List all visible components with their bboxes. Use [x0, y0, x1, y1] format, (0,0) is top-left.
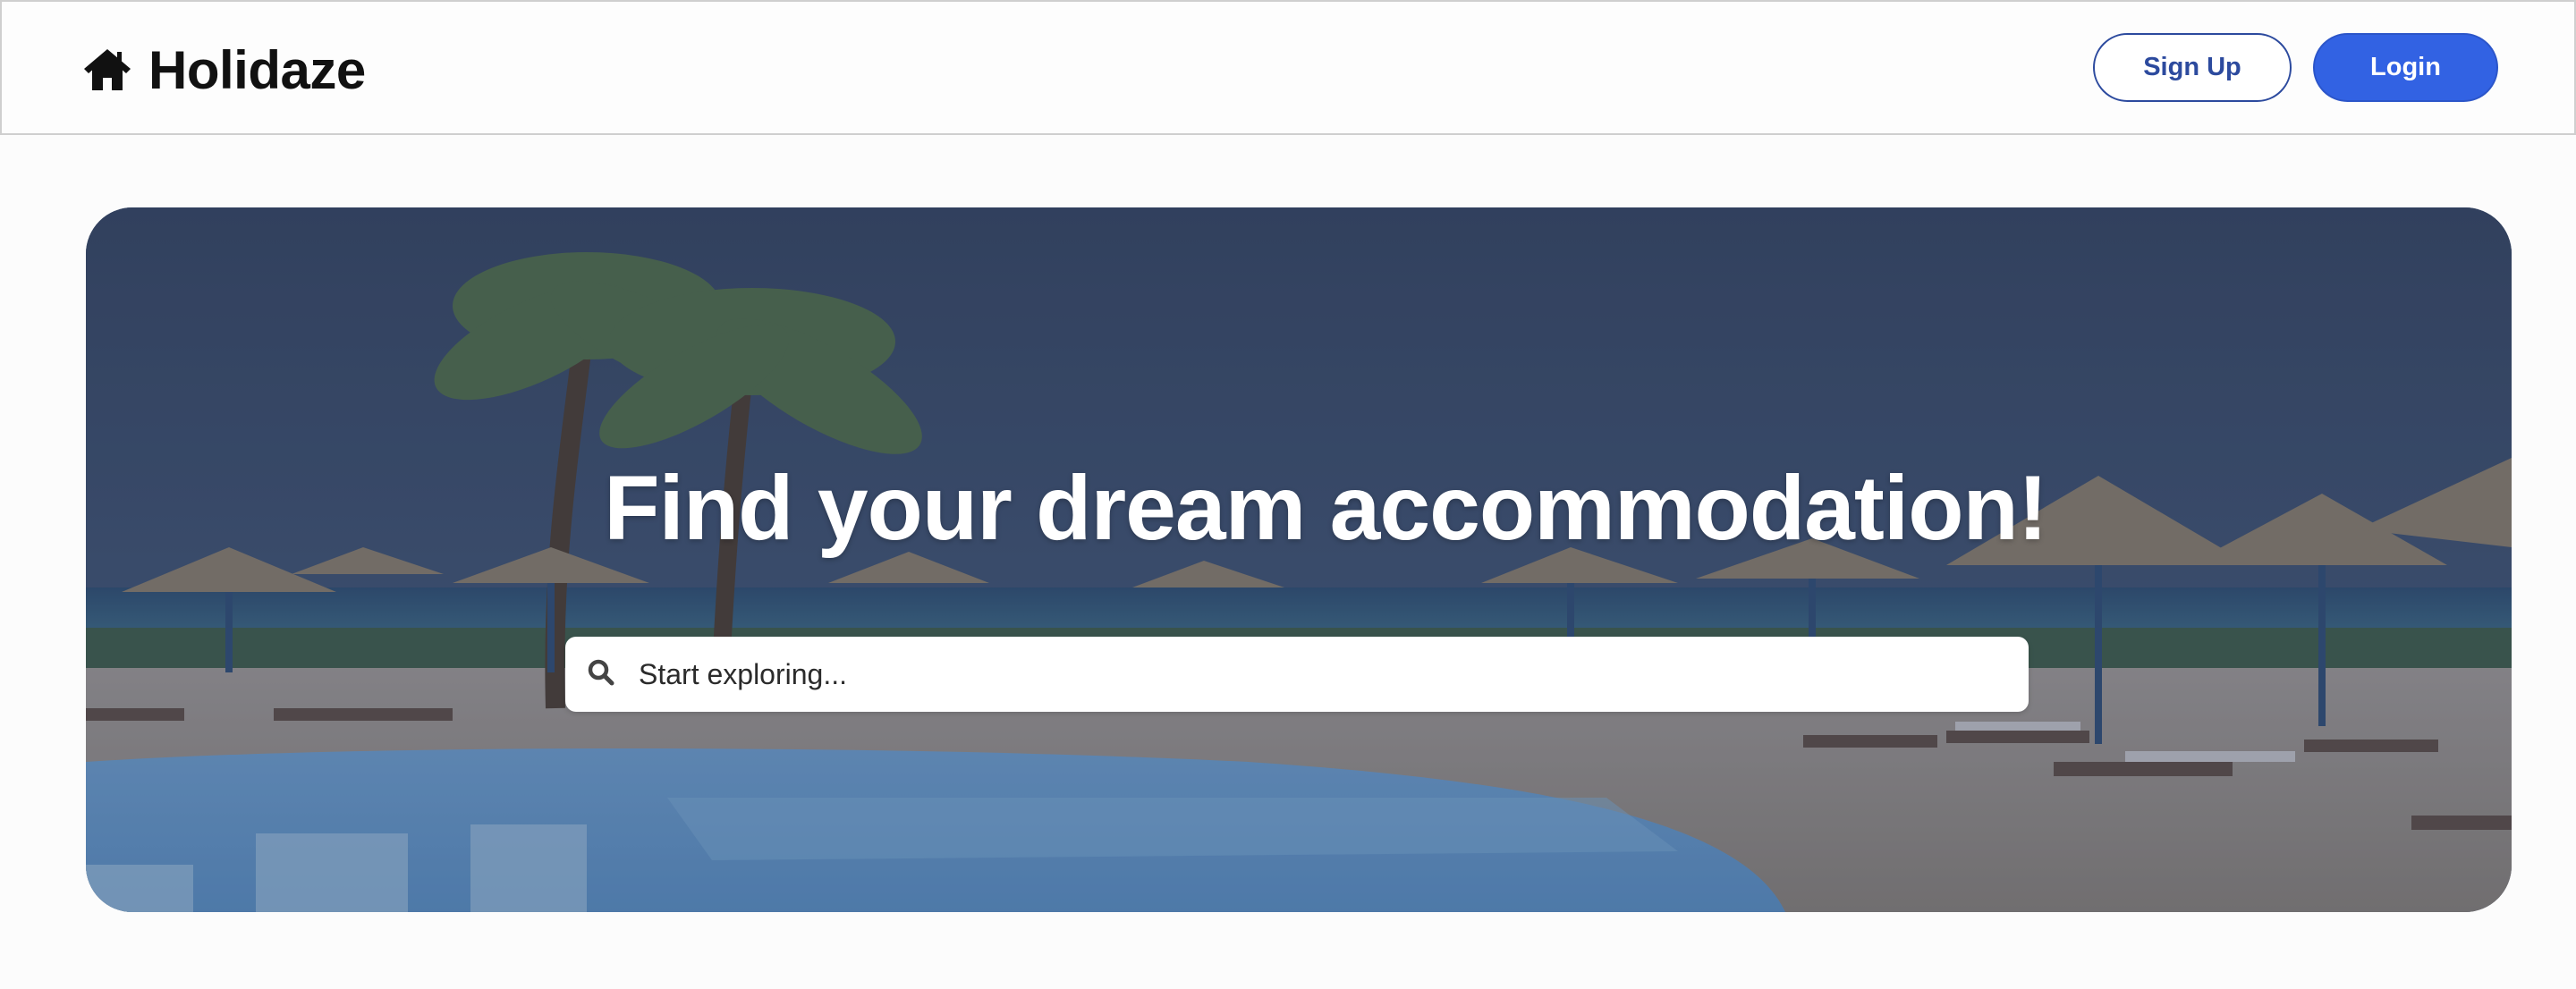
- signup-button[interactable]: Sign Up: [2093, 33, 2292, 102]
- brand-logo-link[interactable]: Holidaze: [82, 36, 366, 104]
- search-bar[interactable]: [565, 637, 2029, 712]
- home-icon: [82, 47, 132, 92]
- hero-title: Find your dream accommodation!: [604, 457, 2048, 559]
- hero-banner: Find your dream accommodation!: [86, 207, 2512, 912]
- search-icon: [587, 658, 615, 691]
- search-input[interactable]: [637, 647, 1979, 701]
- login-button[interactable]: Login: [2313, 33, 2498, 102]
- navbar: Holidaze Sign Up Login: [0, 0, 2576, 135]
- brand-name: Holidaze: [148, 39, 366, 100]
